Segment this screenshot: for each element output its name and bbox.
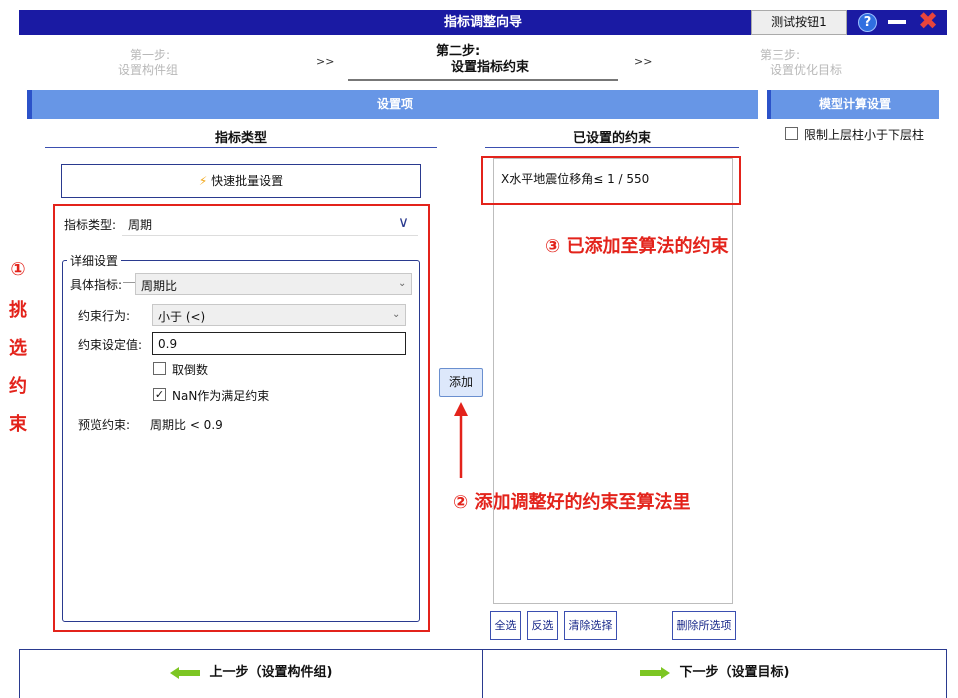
connector-line (123, 282, 135, 283)
step-1: 第一步: 设置构件组 (88, 48, 208, 78)
step-2: 第二步: 设置指标约束 (400, 44, 580, 76)
clear-selection-button[interactable]: 清除选择 (564, 611, 617, 640)
chevron-down-icon: ⌄ (392, 309, 401, 320)
constraints-list[interactable] (493, 158, 733, 604)
specific-indicator-label: 具体指标: (70, 278, 123, 292)
arrow-left-icon (169, 666, 200, 679)
step-1-label: 第一步: (130, 48, 171, 62)
step-separator: >> (316, 55, 335, 68)
step-separator: >> (634, 55, 653, 68)
next-step-label: 下一步（设置目标) (679, 665, 790, 680)
annotation-char: 约 (9, 376, 27, 397)
annotation-char: 束 (9, 414, 27, 435)
add-button[interactable]: 添加 (439, 368, 483, 397)
indicator-type-dropdown[interactable]: 周期 ∨ (122, 211, 418, 236)
detail-settings-title: 详细设置 (67, 252, 122, 269)
chevron-down-icon: ∨ (398, 213, 409, 231)
step-1-title: 设置构件组 (117, 63, 178, 77)
set-value-input[interactable]: 0.9 (152, 332, 406, 355)
step-2-title: 设置指标约束 (450, 60, 529, 75)
delete-selected-button[interactable]: 删除所选项 (672, 611, 736, 640)
close-icon[interactable]: ✖ (916, 9, 940, 33)
current-step-underline (348, 79, 618, 81)
next-step-button[interactable]: 下一步（设置目标) (483, 650, 946, 698)
preview-value: 周期比 < 0.9 (150, 418, 223, 432)
quick-batch-button[interactable]: ⚡ 快速批量设置 (61, 164, 421, 198)
step-3-title: 设置优化目标 (769, 63, 842, 77)
model-calc-settings-button[interactable]: 模型计算设置 (767, 90, 939, 119)
chevron-down-icon: ⌄ (398, 278, 407, 289)
column-divider (45, 147, 437, 148)
behavior-select[interactable]: 小于 (<) ⌄ (152, 304, 406, 326)
annotation-number-1: ① (10, 259, 26, 280)
indicator-type-label: 指标类型: (64, 218, 117, 232)
check-icon: ✓ (154, 388, 165, 401)
select-all-button[interactable]: 全选 (490, 611, 521, 640)
test-button[interactable]: 测试按钮1 (751, 10, 847, 35)
arrow-up-icon (454, 402, 468, 478)
specific-indicator-select[interactable]: 周期比 ⌄ (135, 273, 412, 295)
nan-label: NaN作为满足约束 (172, 389, 270, 403)
step-2-label: 第二步: (436, 44, 481, 59)
minimize-icon[interactable] (888, 20, 906, 24)
annotation-char: 选 (9, 338, 27, 359)
set-constraints-title: 已设置的约束 (572, 131, 651, 146)
previous-step-label: 上一步（设置构件组) (209, 665, 333, 680)
set-value-label: 约束设定值: (78, 338, 143, 352)
set-value-text: 0.9 (158, 337, 178, 351)
invert-selection-button[interactable]: 反选 (527, 611, 558, 640)
lightning-icon: ⚡ (198, 174, 208, 188)
behavior-value: 小于 (<) (158, 310, 206, 324)
preview-label: 预览约束: (78, 418, 131, 432)
annotation-char: 挑 (9, 300, 27, 321)
column-divider (485, 147, 739, 148)
limit-column-checkbox[interactable] (785, 127, 798, 140)
quick-batch-label: 快速批量设置 (211, 174, 284, 188)
settings-section-bar: 设置项 (27, 90, 758, 119)
nan-checkbox[interactable]: ✓ (153, 388, 166, 401)
step-3: 第三步: 设置优化目标 (746, 48, 866, 78)
help-icon[interactable]: ? (858, 13, 877, 32)
previous-step-button[interactable]: 上一步（设置构件组) (20, 650, 482, 698)
indicator-type-title: 指标类型 (214, 131, 267, 146)
annotation-added-constraints: ③ 已添加至算法的约束 (545, 236, 729, 257)
specific-indicator-value: 周期比 (141, 279, 178, 293)
reciprocal-label: 取倒数 (172, 363, 209, 377)
behavior-label: 约束行为: (78, 309, 131, 323)
indicator-type-value: 周期 (128, 218, 153, 232)
arrow-right-icon (639, 666, 670, 679)
reciprocal-checkbox[interactable] (153, 362, 166, 375)
constraint-list-item[interactable]: X水平地震位移角≤ 1 / 550 (501, 170, 649, 187)
limit-column-label: 限制上层柱小于下层柱 (804, 128, 925, 142)
step-3-label: 第三步: (760, 48, 801, 62)
